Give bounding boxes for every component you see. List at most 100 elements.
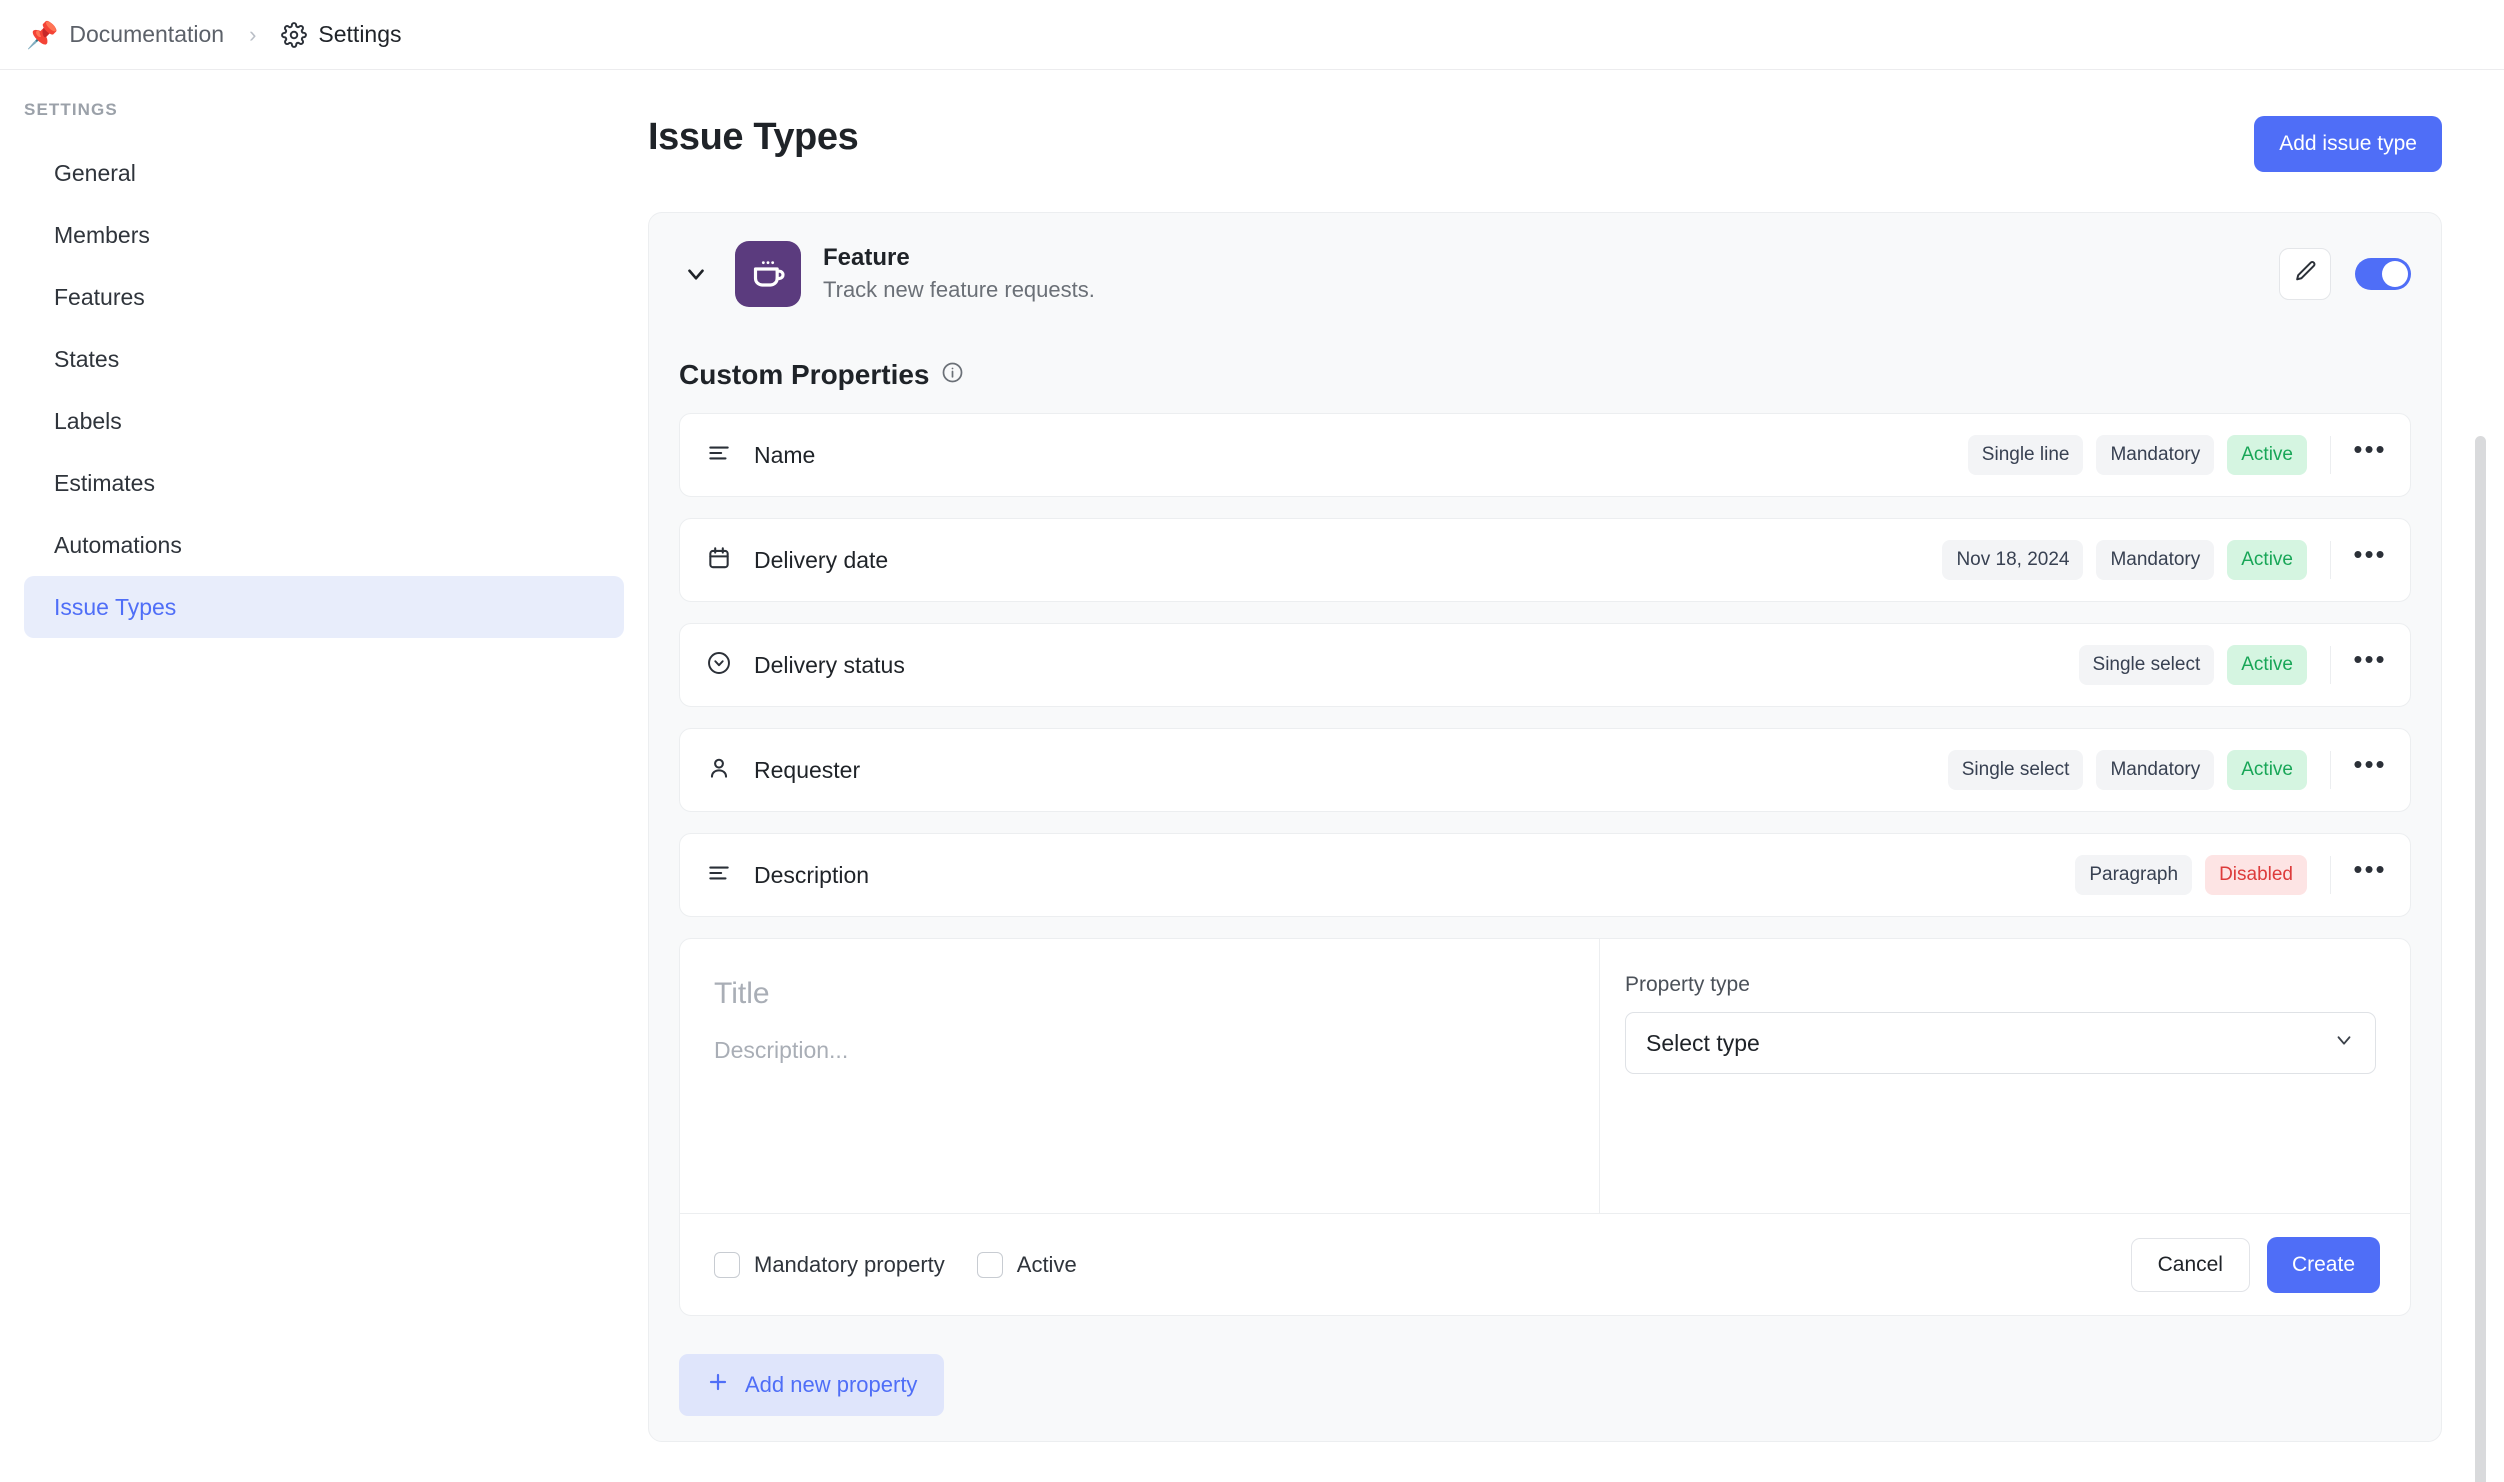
sidebar-item-label: Members xyxy=(54,221,150,248)
property-label-group: Name xyxy=(706,440,1968,471)
property-name: Name xyxy=(754,441,816,468)
issue-type-name: Feature xyxy=(823,244,910,272)
sidebar-item-label: Estimates xyxy=(54,469,155,496)
ellipsis-icon[interactable]: ••• xyxy=(2350,645,2390,685)
property-type-select[interactable]: Select type xyxy=(1625,1012,2376,1074)
property-badges: Paragraph Disabled ••• xyxy=(2075,855,2390,895)
breadcrumb-current[interactable]: Settings xyxy=(318,21,401,48)
sidebar-item-states[interactable]: States xyxy=(24,328,624,390)
divider xyxy=(2330,751,2331,789)
sidebar-heading: SETTINGS xyxy=(24,100,118,119)
ellipsis-icon[interactable]: ••• xyxy=(2350,435,2390,475)
status-badge: Mandatory xyxy=(2096,750,2215,790)
toggle-knob xyxy=(2382,261,2408,287)
status-badge: Active xyxy=(2227,750,2307,790)
sidebar-item-estimates[interactable]: Estimates xyxy=(24,452,624,514)
date-badge: Nov 18, 2024 xyxy=(1942,540,2084,580)
status-badge: Single select xyxy=(1947,750,2084,790)
sidebar-item-general[interactable]: General xyxy=(24,142,624,204)
issue-type-meta: Feature Track new feature requests. xyxy=(823,242,2257,305)
property-badges: Single select Active ••• xyxy=(2078,645,2390,685)
issue-type-enabled-toggle[interactable] xyxy=(2355,258,2411,290)
chevron-down-icon xyxy=(2333,1029,2355,1057)
sidebar-item-labels[interactable]: Labels xyxy=(24,390,624,452)
text-lines-icon xyxy=(706,440,732,471)
user-icon xyxy=(706,755,732,786)
pencil-icon xyxy=(2293,259,2318,289)
ellipsis-icon[interactable]: ••• xyxy=(2350,855,2390,895)
status-badge: Active xyxy=(2227,645,2307,685)
issue-type-header: Feature Track new feature requests. xyxy=(679,241,2411,311)
property-badges: Nov 18, 2024 Mandatory Active ••• xyxy=(1942,540,2390,580)
edit-issue-type-button[interactable] xyxy=(2279,248,2331,300)
cancel-button[interactable]: Cancel xyxy=(2130,1237,2250,1292)
text-lines-icon xyxy=(706,860,732,891)
sidebar-item-label: General xyxy=(54,159,136,186)
property-label-group: Delivery status xyxy=(706,650,2079,681)
divider xyxy=(2330,541,2331,579)
property-badges: Single select Mandatory Active ••• xyxy=(1947,750,2390,790)
page-header: Issue Types Add issue type xyxy=(648,70,2442,172)
ellipsis-icon[interactable]: ••• xyxy=(2350,750,2390,790)
sidebar-item-features[interactable]: Features xyxy=(24,266,624,328)
table-row[interactable]: Delivery date Nov 18, 2024 Mandatory Act… xyxy=(679,518,2411,602)
table-row[interactable]: Delivery status Single select Active ••• xyxy=(679,623,2411,707)
sidebar-item-members[interactable]: Members xyxy=(24,204,624,266)
property-badges: Single line Mandatory Active ••• xyxy=(1967,435,2390,475)
info-icon[interactable] xyxy=(941,359,964,391)
page-title: Issue Types xyxy=(648,116,859,158)
table-row[interactable]: Description Paragraph Disabled ••• xyxy=(679,833,2411,917)
sidebar-item-label: Automations xyxy=(54,531,182,558)
property-description-input[interactable] xyxy=(714,1037,1565,1187)
property-type-value: Select type xyxy=(1646,1029,1760,1056)
active-property-checkbox[interactable]: Active xyxy=(976,1251,1077,1278)
sidebar-item-issue-types[interactable]: Issue Types xyxy=(24,576,624,638)
sidebar-item-label: Labels xyxy=(54,407,122,434)
circle-chevron-down-icon xyxy=(706,650,732,681)
property-name: Requester xyxy=(754,756,861,783)
table-row[interactable]: Name Single line Mandatory Active ••• xyxy=(679,413,2411,497)
create-property-form: Property type Select type xyxy=(679,938,2411,1316)
scrollbar-thumb[interactable] xyxy=(2475,436,2486,1482)
breadcrumb-separator: › xyxy=(249,21,257,47)
property-type-label: Property type xyxy=(1625,973,1750,996)
divider xyxy=(2330,646,2331,684)
status-badge: Single select xyxy=(2078,645,2215,685)
table-row[interactable]: Requester Single select Mandatory Active… xyxy=(679,728,2411,812)
status-badge: Paragraph xyxy=(2075,855,2193,895)
property-label-group: Description xyxy=(706,860,2075,891)
property-name: Delivery date xyxy=(754,546,889,573)
property-label-group: Requester xyxy=(706,755,1948,786)
divider xyxy=(2330,436,2331,474)
sidebar-item-label: States xyxy=(54,345,120,372)
breadcrumb: 📌 Documentation › Settings xyxy=(26,21,402,48)
chevron-down-icon[interactable] xyxy=(679,257,713,291)
property-name: Description xyxy=(754,861,870,888)
property-label-group: Delivery date xyxy=(706,545,1942,576)
calendar-icon xyxy=(706,545,732,576)
custom-properties-label: Custom Properties xyxy=(679,359,930,390)
checkbox-box xyxy=(714,1251,740,1278)
custom-properties-heading: Custom Properties xyxy=(679,359,2411,391)
breadcrumb-root[interactable]: Documentation xyxy=(69,21,224,48)
settings-sidebar: SETTINGS General Members Features States… xyxy=(0,70,648,1481)
mandatory-property-checkbox[interactable]: Mandatory property xyxy=(714,1251,945,1278)
add-issue-type-button[interactable]: Add issue type xyxy=(2254,116,2442,172)
ellipsis-icon[interactable]: ••• xyxy=(2350,540,2390,580)
top-breadcrumb-bar: 📌 Documentation › Settings xyxy=(0,0,2504,70)
create-property-buttons: Cancel Create xyxy=(2130,1236,2380,1293)
create-button[interactable]: Create xyxy=(2266,1236,2380,1293)
active-property-label: Active xyxy=(1016,1251,1077,1277)
property-title-input[interactable] xyxy=(714,977,1565,1011)
property-name: Delivery status xyxy=(754,651,905,678)
issue-type-description: Track new feature requests. xyxy=(823,276,1095,302)
page-layout: SETTINGS General Members Features States… xyxy=(0,70,2504,1482)
status-badge: Active xyxy=(2227,540,2307,580)
issue-type-card: Feature Track new feature requests. Cust… xyxy=(648,212,2442,1442)
status-badge: Mandatory xyxy=(2096,540,2215,580)
sidebar-item-automations[interactable]: Automations xyxy=(24,514,624,576)
create-property-text-side xyxy=(680,939,1600,1213)
add-new-property-button[interactable]: Add new property xyxy=(679,1354,945,1416)
vertical-scrollbar[interactable] xyxy=(2475,436,2486,1482)
status-badge: Disabled xyxy=(2205,855,2307,895)
